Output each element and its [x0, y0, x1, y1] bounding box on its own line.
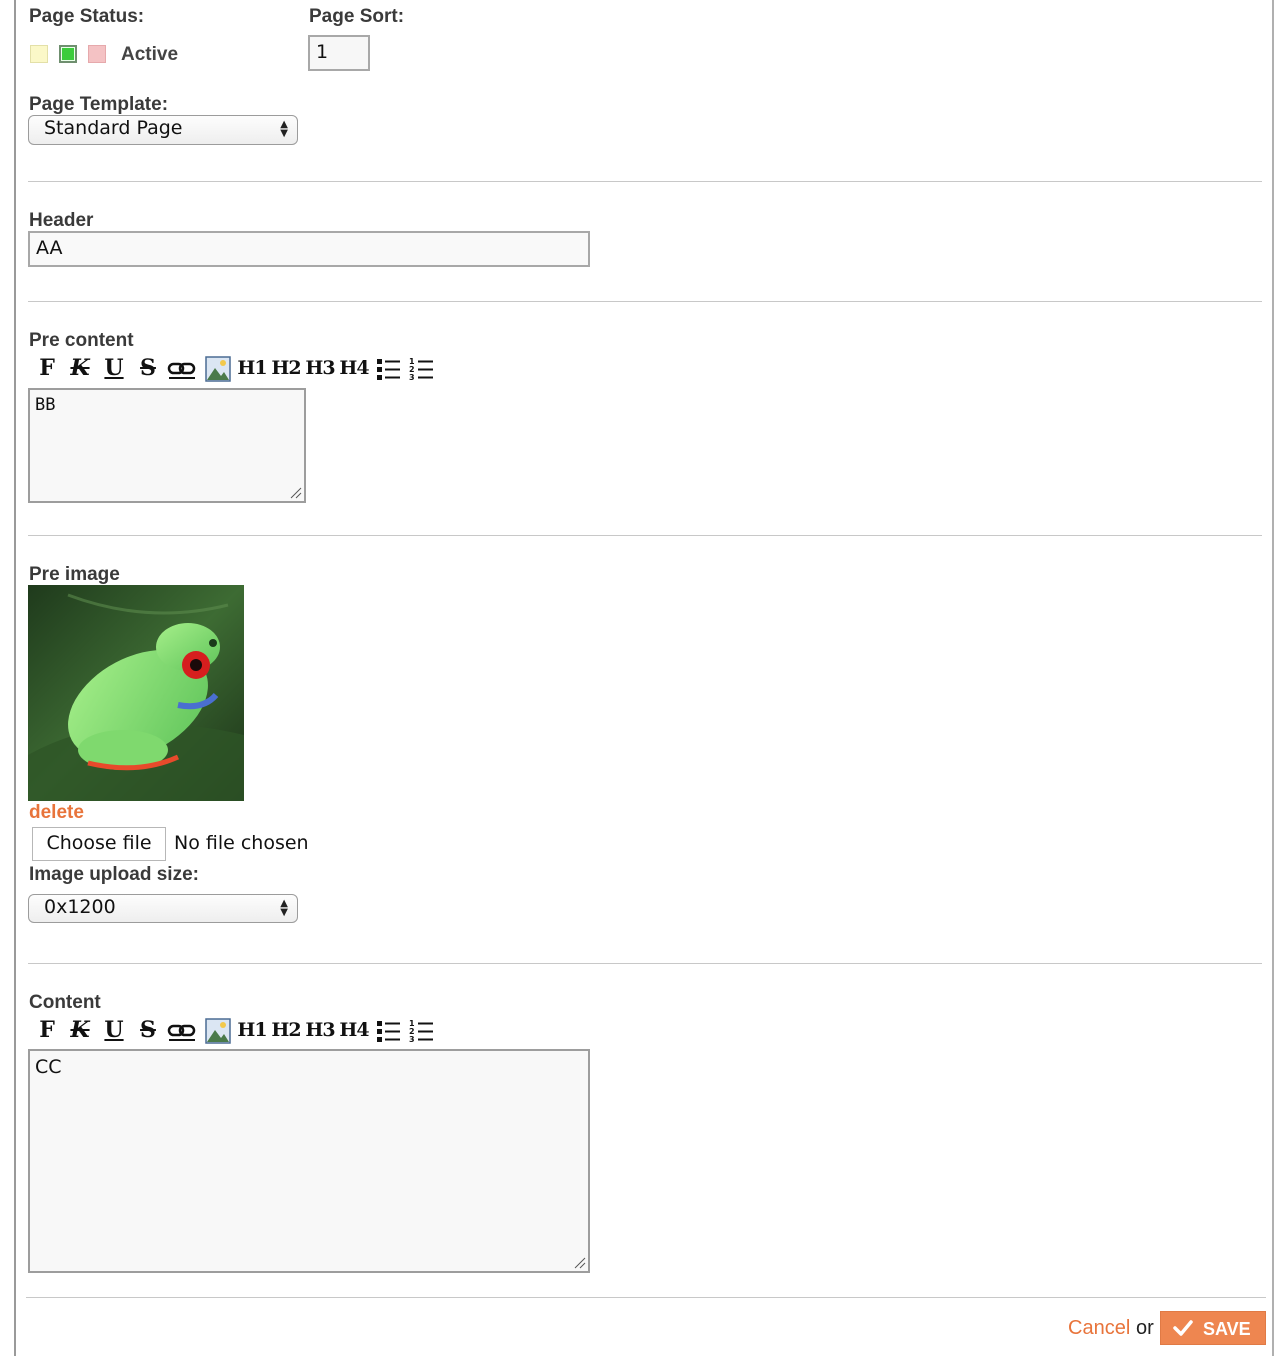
page-sort-input[interactable]: 1: [308, 35, 370, 71]
bullet-list-icon: [377, 1021, 400, 1042]
file-status-text: No file chosen: [174, 832, 309, 854]
pre-content-textarea[interactable]: BB: [28, 388, 306, 503]
underline-button[interactable]: U: [99, 1016, 129, 1046]
link-button[interactable]: [167, 354, 197, 384]
image-upload-size-select[interactable]: 0x1200 ▲ ▼: [28, 894, 298, 923]
h3-button[interactable]: H3: [304, 354, 336, 384]
header-input[interactable]: AA: [28, 231, 590, 267]
link-icon: [167, 1024, 196, 1041]
svg-text:3: 3: [409, 1035, 415, 1044]
divider: [26, 1297, 1266, 1298]
bullet-list-icon: [377, 359, 400, 380]
page-template-selected: Standard Page: [44, 117, 183, 139]
italic-button[interactable]: K: [65, 354, 95, 384]
strikethrough-button[interactable]: S: [133, 1016, 163, 1046]
resize-grip-icon[interactable]: [574, 1257, 586, 1269]
page-status-label: Page Status:: [29, 6, 145, 27]
bullet-list-button[interactable]: [374, 1016, 404, 1046]
link-button[interactable]: [167, 1016, 197, 1046]
content-textarea[interactable]: CC: [28, 1049, 590, 1273]
select-arrows-icon: ▲ ▼: [280, 898, 288, 918]
svg-text:3: 3: [409, 373, 415, 382]
underline-button[interactable]: U: [99, 354, 129, 384]
image-icon: [205, 356, 231, 382]
numbered-list-button[interactable]: 1 2 3: [407, 1016, 437, 1046]
italic-button[interactable]: K: [65, 1016, 95, 1046]
h1-button[interactable]: H1: [236, 354, 268, 384]
divider: [28, 301, 1262, 302]
bullet-list-button[interactable]: [374, 354, 404, 384]
save-label: SAVE: [1203, 1319, 1251, 1339]
numbered-list-icon: 1 2 3: [409, 357, 433, 382]
cancel-link[interactable]: Cancel: [1068, 1317, 1130, 1340]
delete-image-link[interactable]: delete: [29, 802, 84, 824]
h4-button[interactable]: H4: [338, 1016, 370, 1046]
h1-button[interactable]: H1: [236, 1016, 268, 1046]
h4-button[interactable]: H4: [338, 354, 370, 384]
divider: [28, 963, 1262, 964]
pre-content-value: BB: [35, 395, 56, 415]
italic-icon: K: [70, 1017, 90, 1043]
h2-button[interactable]: H2: [270, 354, 302, 384]
status-swatch-active[interactable]: [59, 45, 77, 63]
h3-button[interactable]: H3: [304, 1016, 336, 1046]
content-value: CC: [35, 1056, 62, 1078]
pre-content-label: Pre content: [29, 330, 134, 351]
or-text: or: [1136, 1317, 1154, 1339]
page-status-value: Active: [121, 44, 179, 65]
page-sort-label: Page Sort:: [309, 6, 405, 27]
bold-button[interactable]: F: [32, 1016, 62, 1046]
bold-button[interactable]: F: [32, 354, 62, 384]
divider: [28, 535, 1262, 536]
content-label: Content: [29, 992, 101, 1013]
header-label: Header: [29, 210, 94, 231]
pre-image-thumbnail: [28, 585, 244, 801]
numbered-list-button[interactable]: 1 2 3: [407, 354, 437, 384]
image-upload-size-selected: 0x1200: [44, 896, 116, 918]
page-template-select[interactable]: Standard Page ▲ ▼: [28, 115, 298, 145]
checkmark-icon: [1173, 1320, 1193, 1336]
pre-image-label: Pre image: [29, 564, 120, 585]
image-upload-size-label: Image upload size:: [29, 864, 199, 885]
h2-button[interactable]: H2: [270, 1016, 302, 1046]
strikethrough-button[interactable]: S: [133, 354, 163, 384]
resize-grip-icon[interactable]: [290, 487, 302, 499]
status-swatch-pending[interactable]: [30, 45, 48, 63]
select-arrows-icon: ▲ ▼: [280, 119, 288, 139]
choose-file-button[interactable]: Choose file: [32, 827, 166, 861]
image-button[interactable]: [203, 354, 233, 384]
page-template-label: Page Template:: [29, 94, 169, 115]
image-button[interactable]: [203, 1016, 233, 1046]
link-icon: [167, 362, 196, 379]
save-button[interactable]: SAVE: [1160, 1311, 1266, 1345]
status-swatch-inactive[interactable]: [88, 45, 106, 63]
numbered-list-icon: 1 2 3: [409, 1019, 433, 1044]
divider: [28, 181, 1262, 182]
italic-icon: K: [70, 355, 90, 381]
image-icon: [205, 1018, 231, 1044]
